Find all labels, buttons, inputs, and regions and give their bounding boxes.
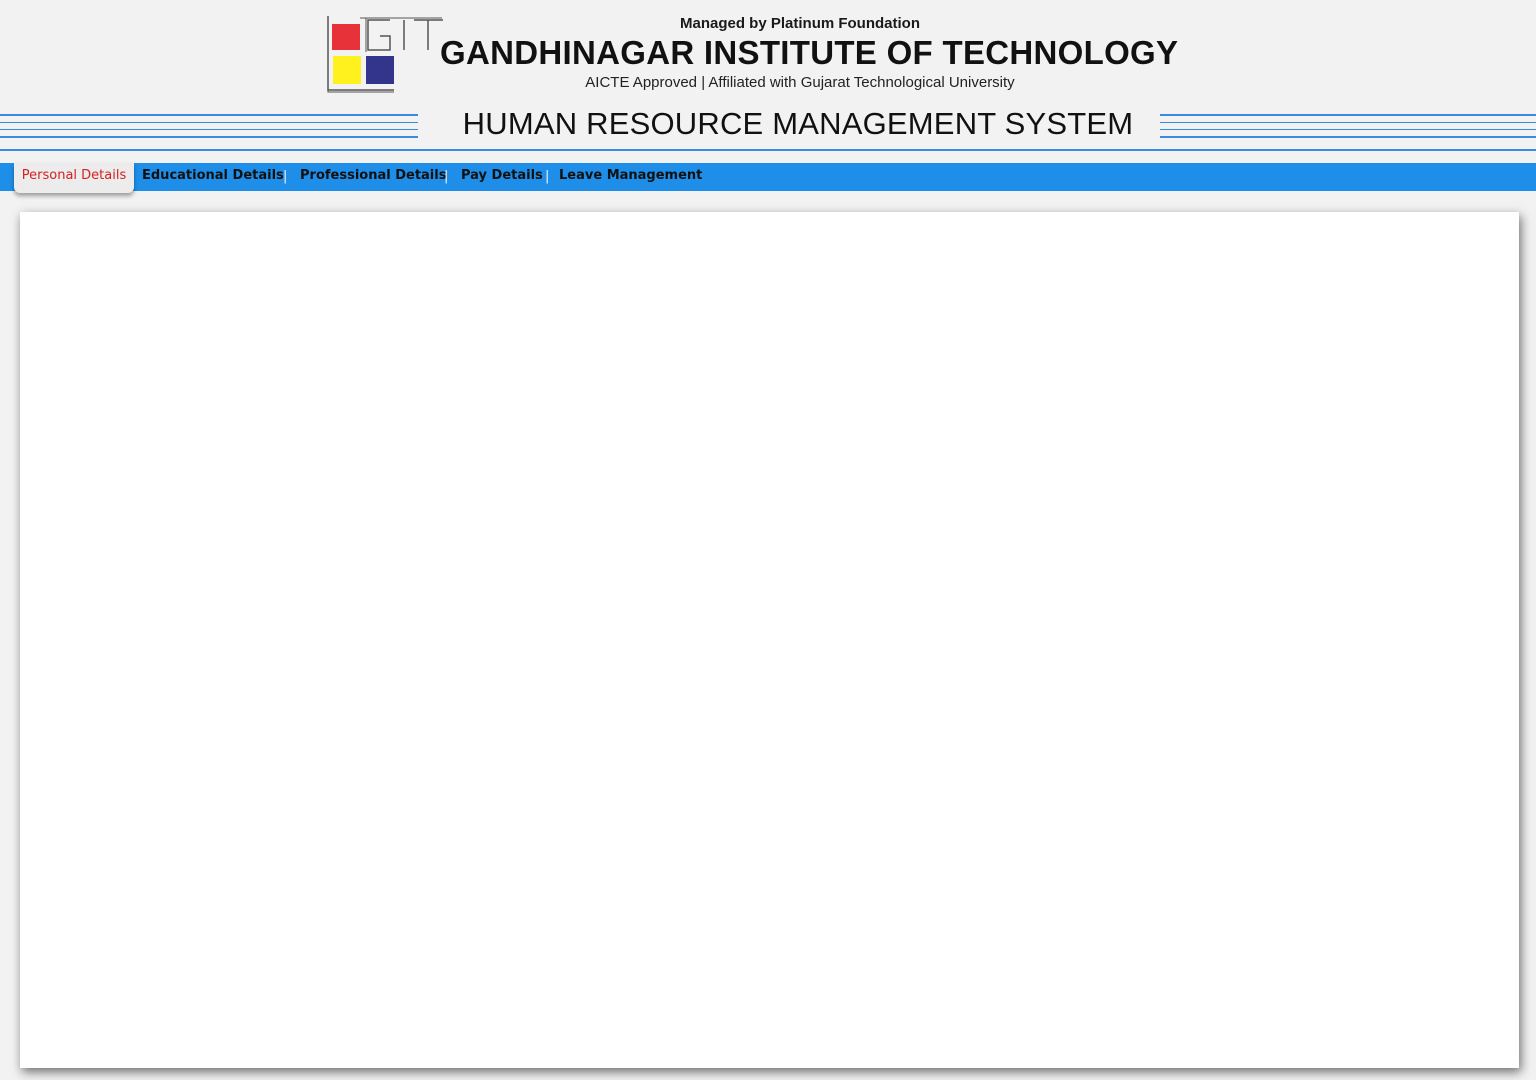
decorative-lines-left [0,112,418,152]
main-nav-bar: Personal Details Educational Details | P… [0,163,1536,193]
nav-separator: | [283,169,288,184]
managed-by-text: Managed by Platinum Foundation [680,15,920,32]
nav-separator: | [545,169,550,184]
page-title: HUMAN RESOURCE MANAGEMENT SYSTEM [462,106,1134,141]
site-header: Managed by Platinum Foundation GANDHINAG… [0,0,1536,110]
tab-leave-management[interactable]: Leave Management [559,163,702,191]
institute-name: GANDHINAGAR INSTITUTE OF TECHNOLOGY [440,34,1179,71]
tab-professional-details[interactable]: Professional Details [300,163,446,191]
approval-text: AICTE Approved | Affiliated with Gujarat… [585,74,1015,91]
tab-personal-details[interactable]: Personal Details [14,163,134,193]
decorative-lines-right [1160,112,1536,152]
git-logo [327,16,443,93]
nav-separator: | [444,169,449,184]
tab-educational-details[interactable]: Educational Details [142,163,284,191]
tab-pay-details[interactable]: Pay Details [461,163,543,191]
header-divider [0,149,1536,151]
content-panel [20,212,1519,1068]
